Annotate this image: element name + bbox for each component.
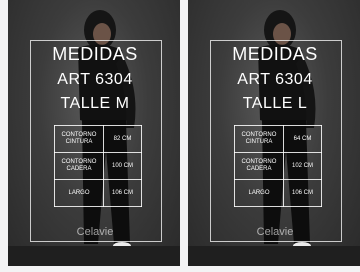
- measure-value: 106 CM: [283, 179, 322, 207]
- measure-value: 106 CM: [103, 179, 142, 207]
- size-chart-card-m[interactable]: MEDIDAS ART 6304 TALLE M CONTORNO CINTUR…: [8, 0, 180, 266]
- brand-logo-text: Celavie: [256, 226, 294, 238]
- measure-value: 100 CM: [103, 152, 142, 180]
- measure-label: LARGO: [234, 179, 284, 207]
- measure-label: CONTORNO CINTURA: [234, 125, 284, 153]
- brand-logo-text: Celavie: [76, 226, 114, 238]
- table-row: CONTORNO CADERA 100 CM: [54, 152, 142, 180]
- measure-label: CONTORNO CADERA: [234, 152, 284, 180]
- chart-title: MEDIDAS: [232, 44, 318, 64]
- table-row: CONTORNO CINTURA 64 CM: [234, 125, 322, 153]
- table-row: CONTORNO CADERA 102 CM: [234, 152, 322, 180]
- size-label: TALLE M: [60, 95, 130, 112]
- measure-value: 82 CM: [103, 125, 142, 153]
- measure-label: CONTORNO CADERA: [54, 152, 104, 180]
- chart-title: MEDIDAS: [52, 44, 138, 64]
- measure-label: CONTORNO CINTURA: [54, 125, 104, 153]
- measure-value: 64 CM: [283, 125, 322, 153]
- floor-shadow: [188, 246, 360, 266]
- article-number: ART 6304: [237, 71, 313, 88]
- article-number: ART 6304: [57, 71, 133, 88]
- measurements-table: CONTORNO CINTURA 64 CM CONTORNO CADERA 1…: [234, 125, 322, 207]
- size-chart-card-l[interactable]: MEDIDAS ART 6304 TALLE L CONTORNO CINTUR…: [188, 0, 360, 266]
- image-strip: MEDIDAS ART 6304 TALLE M CONTORNO CINTUR…: [0, 0, 360, 272]
- floor-shadow: [8, 246, 180, 266]
- measurements-table: CONTORNO CINTURA 82 CM CONTORNO CADERA 1…: [54, 125, 142, 207]
- measure-value: 102 CM: [283, 152, 322, 180]
- table-row: CONTORNO CINTURA 82 CM: [54, 125, 142, 153]
- size-label: TALLE L: [242, 95, 308, 112]
- measure-label: LARGO: [54, 179, 104, 207]
- table-row: LARGO 106 CM: [54, 179, 142, 207]
- table-row: LARGO 106 CM: [234, 179, 322, 207]
